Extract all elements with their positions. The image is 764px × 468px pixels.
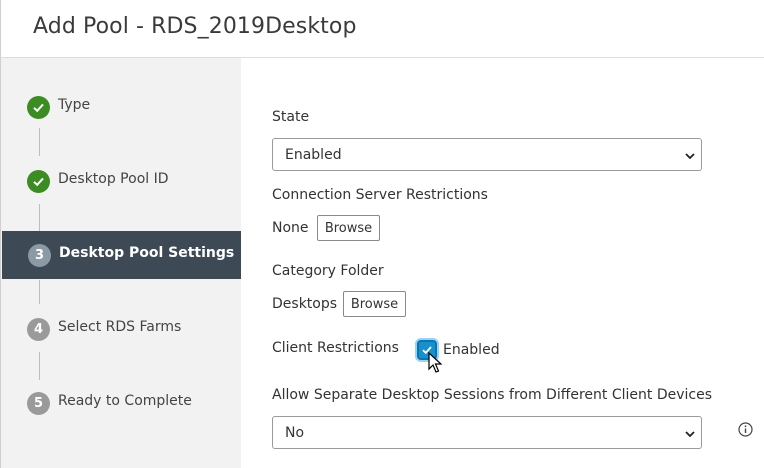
dialog-title: Add Pool - RDS_2019Desktop — [33, 14, 357, 39]
wizard-step-label: Desktop Pool Settings — [59, 245, 235, 261]
step-number-badge: 5 — [27, 392, 50, 415]
separate-sessions-select-value: No — [285, 425, 305, 441]
step-number-badge: 4 — [27, 318, 50, 341]
client-restrictions-label: Client Restrictions — [272, 340, 399, 356]
step-connector — [39, 128, 40, 156]
state-select[interactable]: Enabled — [272, 138, 702, 171]
state-label: State — [272, 109, 310, 125]
mouse-pointer-icon — [428, 352, 442, 373]
wizard-step-label: Desktop Pool ID — [58, 171, 169, 187]
wizard-step-label: Select RDS Farms — [58, 319, 182, 335]
connection-server-browse-button[interactable]: Browse — [317, 215, 380, 241]
separate-sessions-label: Allow Separate Desktop Sessions from Dif… — [272, 387, 713, 403]
settings-form: State Enabled Connection Server Restrict… — [241, 58, 764, 468]
category-folder-browse-button[interactable]: Browse — [343, 291, 406, 317]
wizard-step-desktop-pool-id[interactable]: Desktop Pool ID — [1, 157, 242, 205]
step-connector — [39, 352, 40, 380]
wizard-step-ready-to-complete[interactable]: 5 Ready to Complete — [1, 379, 242, 427]
dialog-header: Add Pool - RDS_2019Desktop — [0, 0, 764, 58]
client-restrictions-checkbox-label[interactable]: Enabled — [443, 342, 500, 358]
wizard-step-select-rds-farms[interactable]: 4 Select RDS Farms — [1, 305, 242, 353]
step-number-badge: 3 — [28, 244, 51, 267]
chevron-down-icon — [685, 431, 695, 438]
state-select-value: Enabled — [285, 147, 342, 163]
step-connector — [39, 280, 40, 304]
connection-server-restrictions-label: Connection Server Restrictions — [272, 187, 488, 203]
category-folder-label: Category Folder — [272, 263, 384, 279]
check-icon — [27, 96, 50, 119]
chevron-down-icon — [685, 153, 695, 160]
wizard-step-desktop-pool-settings[interactable]: 3 Desktop Pool Settings — [2, 231, 241, 279]
wizard-step-label: Type — [58, 97, 91, 113]
category-folder-value: Desktops — [272, 296, 338, 312]
step-connector — [39, 204, 40, 232]
connection-server-restrictions-value: None — [272, 220, 309, 236]
wizard-step-label: Ready to Complete — [58, 393, 192, 409]
wizard-sidebar: Type Desktop Pool ID 3 Desktop Pool Sett… — [0, 58, 241, 468]
check-icon — [27, 170, 50, 193]
separate-sessions-select[interactable]: No — [272, 416, 702, 449]
wizard-step-type[interactable]: Type — [1, 83, 242, 131]
info-icon[interactable] — [738, 422, 753, 437]
